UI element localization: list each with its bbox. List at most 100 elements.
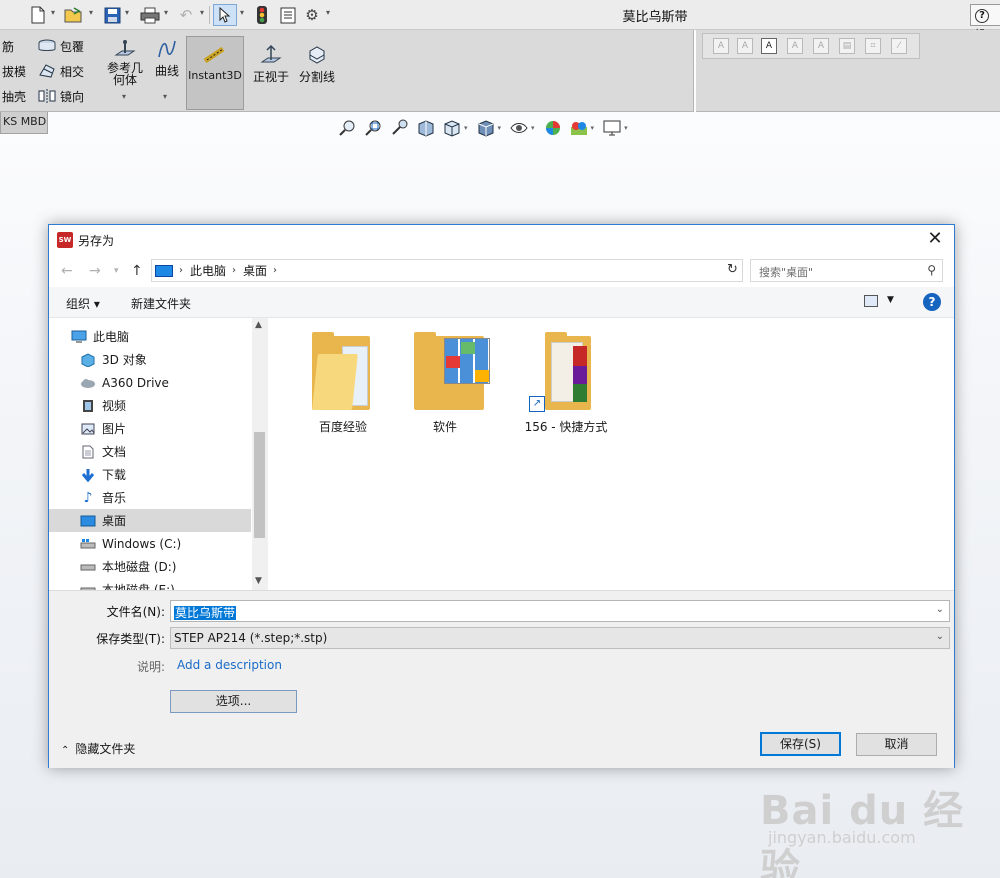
help-search-button[interactable]: ? 操 [970,4,1000,41]
rebuild-traffic-light-icon[interactable] [255,5,269,25]
scroll-up-icon[interactable]: ▲ [255,320,262,330]
view-dropdown-icon[interactable]: ▼ [887,295,894,305]
new-document-icon[interactable] [30,5,46,25]
tab-mbd[interactable]: KS MBD [0,112,48,134]
apply-scene-icon[interactable] [569,119,589,137]
open-folder-icon[interactable] [64,5,84,25]
save-dropdown-icon[interactable]: ▾ [125,8,129,17]
new-folder-button[interactable]: 新建文件夹 [131,295,191,312]
help-icon[interactable]: ? [923,293,941,311]
magnetic-line-icon[interactable]: ⁄ [891,38,907,54]
tree-item-downloads[interactable]: 下载 [49,463,251,486]
balloon-icon[interactable]: A [787,38,803,54]
select-pointer-icon[interactable] [213,4,237,26]
hole-callout-icon[interactable]: ⌗ [865,38,881,54]
chevron-down-icon[interactable]: ⌄ [936,631,944,642]
apply-scene-dropdown-icon[interactable]: ▾ [591,124,595,132]
rib-tool[interactable]: 筋 [2,36,14,56]
undo-icon[interactable]: ↶ [177,5,195,25]
display-style-icon[interactable] [476,119,496,137]
chevron-down-icon[interactable]: ⌄ [936,604,944,615]
file-item-folder[interactable]: 百度经验 [300,332,386,435]
reference-geometry-dropdown-icon[interactable]: ▾ [122,92,126,101]
normal-to-tool[interactable]: 正视于 [250,44,292,85]
recent-locations-dropdown-icon[interactable]: ▾ [114,266,119,276]
wrap-tool[interactable]: 包覆 [38,36,84,56]
zoom-to-fit-icon[interactable] [338,119,358,137]
up-arrow-icon[interactable]: ↑ [131,263,143,279]
mirror-tool[interactable]: 镜向 [38,86,84,106]
tree-item-drive-c[interactable]: Windows (C:) [49,532,251,555]
tree-item-desktop[interactable]: 桌面 [49,509,251,532]
forward-arrow-icon[interactable]: → [89,263,101,279]
shell-tool[interactable]: 抽壳 [2,86,26,106]
tree-item-drive-d[interactable]: 本地磁盘 (D:) [49,555,251,578]
curves-tool[interactable]: 曲线 [152,38,182,79]
split-line-tool[interactable]: 分割线 [296,44,338,85]
hide-show-items-icon[interactable] [509,119,529,137]
file-item-shortcut[interactable]: ↗ 156 - 快捷方式 [514,332,618,435]
zoom-to-area-icon[interactable] [364,119,384,137]
address-bar[interactable]: › 此电脑 › 桌面 › ⌄ [151,259,742,282]
view-settings-dropdown-icon[interactable]: ▾ [624,124,628,132]
hide-folders-toggle[interactable]: ⌃ 隐藏文件夹 [61,740,135,757]
change-view-icon[interactable] [864,295,878,307]
tree-item-3d-objects[interactable]: 3D 对象 [49,348,251,371]
filename-input[interactable]: 莫比乌斯带 ⌄ [170,600,950,622]
filetype-select[interactable]: STEP AP214 (*.step;*.stp) ⌄ [170,627,950,649]
organize-button[interactable]: 组织 ▾ [66,295,100,312]
search-input[interactable]: 搜索"桌面" ⚲ [750,259,943,282]
previous-view-icon[interactable] [390,119,410,137]
tree-item-a360-drive[interactable]: A360 Drive [49,371,251,394]
cancel-button[interactable]: 取消 [856,733,937,756]
section-view-icon[interactable] [416,119,436,137]
view-orientation-icon[interactable] [442,119,462,137]
file-properties-icon[interactable] [279,5,297,25]
view-settings-monitor-icon[interactable] [602,119,622,137]
close-icon[interactable]: ✕ [922,228,948,252]
scrollbar-thumb[interactable] [254,432,265,538]
reference-geometry-tool[interactable]: 参考几何体 [105,38,145,86]
pictures-icon [80,422,96,436]
hide-show-dropdown-icon[interactable]: ▾ [531,124,535,132]
breadcrumb-desktop[interactable]: 桌面 [243,262,267,279]
display-style-dropdown-icon[interactable]: ▾ [498,124,502,132]
datum-icon[interactable]: A [813,38,829,54]
tree-scrollbar[interactable]: ▲ ▼ [252,318,267,590]
note-leader-icon[interactable]: A [737,38,753,54]
tree-item-videos[interactable]: 视频 [49,394,251,417]
tree-item-music[interactable]: ♪ 音乐 [49,486,251,509]
add-description-link[interactable]: Add a description [177,658,282,672]
view-orientation-dropdown-icon[interactable]: ▾ [464,124,468,132]
tree-item-pictures[interactable]: 图片 [49,417,251,440]
tree-item-drive-e[interactable]: 本地磁盘 (E:) [49,578,251,590]
options-dropdown-icon[interactable]: ▾ [326,8,330,17]
curves-dropdown-icon[interactable]: ▾ [163,92,167,101]
file-item-folder-software[interactable]: 软件 [402,332,490,435]
refresh-icon[interactable]: ↻ [723,259,743,282]
print-icon[interactable] [140,5,160,25]
save-icon[interactable] [103,5,121,25]
edit-appearance-icon[interactable] [543,119,563,137]
print-dropdown-icon[interactable]: ▾ [164,8,168,17]
intersect-tool[interactable]: 相交 [38,61,84,81]
pc-icon [71,330,87,344]
breadcrumb-this-pc[interactable]: 此电脑 [190,262,226,279]
undo-dropdown-icon[interactable]: ▾ [200,8,204,17]
instant3d-toggle[interactable]: Instant3D [186,36,244,110]
open-dropdown-icon[interactable]: ▾ [89,8,93,17]
options-gear-icon[interactable]: ⚙ [303,5,321,25]
note-icon[interactable]: A [713,38,729,54]
select-dropdown-icon[interactable]: ▾ [240,8,244,17]
weld-icon[interactable]: ▤ [839,38,855,54]
back-arrow-icon[interactable]: ← [61,263,73,279]
tree-label: A360 Drive [102,375,169,390]
save-button[interactable]: 保存(S) [760,732,841,756]
scroll-down-icon[interactable]: ▼ [255,576,262,586]
new-dropdown-icon[interactable]: ▾ [51,8,55,17]
draft-tool[interactable]: 拔模 [2,61,26,81]
options-button[interactable]: 选项... [170,690,297,713]
tree-item-this-pc[interactable]: 此电脑 [49,325,251,348]
tree-item-documents[interactable]: 文档 [49,440,251,463]
note-active-icon[interactable]: A [761,38,777,54]
